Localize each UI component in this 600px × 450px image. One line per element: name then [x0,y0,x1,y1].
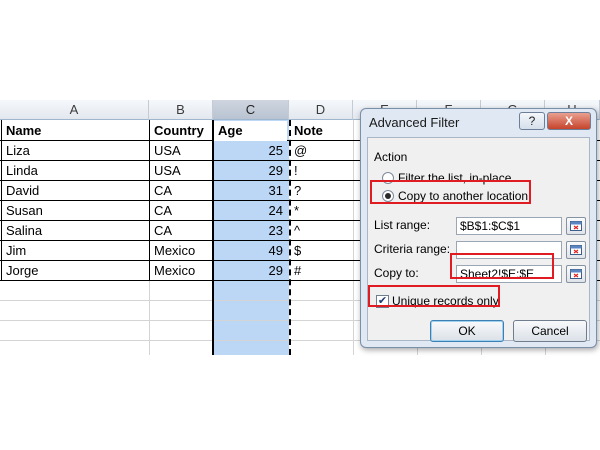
cell-note[interactable]: ! [290,161,352,181]
cell-note[interactable]: $ [290,241,352,261]
column-header-c[interactable]: C [213,100,289,120]
cell-name[interactable]: David [2,181,148,201]
criteria-range-label: Criteria range: [374,242,451,256]
criteria-range-input[interactable] [456,241,562,259]
copy-to-label: Copy to: [374,266,419,280]
header-cell-name[interactable]: Name [2,121,148,141]
cell-country[interactable]: CA [150,221,212,241]
list-range-collapse-button[interactable] [566,217,586,235]
cell-name[interactable]: Liza [2,141,148,161]
cell-country[interactable]: USA [150,141,212,161]
copy-to-collapse-button[interactable] [566,265,586,283]
header-cell-age[interactable]: Age [214,121,287,141]
cell-age[interactable]: 31 [214,181,287,201]
range-select-icon [570,269,582,279]
list-range-label: List range: [374,218,431,232]
cell-name[interactable]: Jorge [2,261,148,281]
cell-name[interactable]: Jim [2,241,148,261]
dialog-body: Action Filter the list, in-place Copy to… [367,137,590,342]
copy-to-location-label[interactable]: Copy to another location [398,189,528,203]
cell-country[interactable]: USA [150,161,212,181]
cancel-button[interactable]: Cancel [513,320,587,342]
help-icon: ? [528,114,536,128]
cell-note[interactable]: ^ [290,221,352,241]
dialog-title: Advanced Filter [369,115,460,130]
filter-in-place-label[interactable]: Filter the list, in-place [398,171,511,185]
advanced-filter-dialog: Advanced Filter ? X Action Filter the li… [360,108,597,348]
range-select-icon [570,245,582,255]
cell-age[interactable]: 24 [214,201,287,221]
unique-records-label[interactable]: Unique records only [392,294,499,308]
cell-note[interactable]: ? [290,181,352,201]
range-select-icon [570,221,582,231]
cell-country[interactable]: Mexico [150,241,212,261]
cell-note[interactable]: * [290,201,352,221]
ok-button[interactable]: OK [430,320,504,342]
copy-to-location-radio[interactable] [382,190,394,202]
cell-name[interactable]: Salina [2,221,148,241]
cell-age[interactable]: 49 [214,241,287,261]
cell-name[interactable]: Linda [2,161,148,181]
cell-name[interactable]: Susan [2,201,148,221]
cell-age[interactable]: 29 [214,261,287,281]
grid-line [149,280,150,355]
header-cell-note[interactable]: Note [290,121,352,141]
cell-note[interactable]: # [290,261,352,281]
column-header-a[interactable]: A [0,100,149,120]
cell-note[interactable]: @ [290,141,352,161]
cell-country[interactable]: Mexico [150,261,212,281]
unique-records-checkbox[interactable]: ✔ [376,295,389,308]
cell-age[interactable]: 29 [214,161,287,181]
filter-in-place-radio[interactable] [382,172,394,184]
cell-age[interactable]: 23 [214,221,287,241]
action-group-label: Action [374,150,408,164]
list-range-input[interactable]: $B$1:$C$1 [456,217,562,235]
column-header-b[interactable]: B [149,100,213,120]
close-button[interactable]: X [547,112,591,130]
cell-country[interactable]: CA [150,181,212,201]
copy-to-input[interactable]: Sheet2!$E:$E [456,265,562,283]
cell-age[interactable]: 25 [214,141,287,161]
criteria-range-collapse-button[interactable] [566,241,586,259]
cell-country[interactable]: CA [150,201,212,221]
help-button[interactable]: ? [519,112,545,130]
column-header-d[interactable]: D [289,100,353,120]
close-icon: X [564,114,573,128]
header-cell-country[interactable]: Country [150,121,212,141]
